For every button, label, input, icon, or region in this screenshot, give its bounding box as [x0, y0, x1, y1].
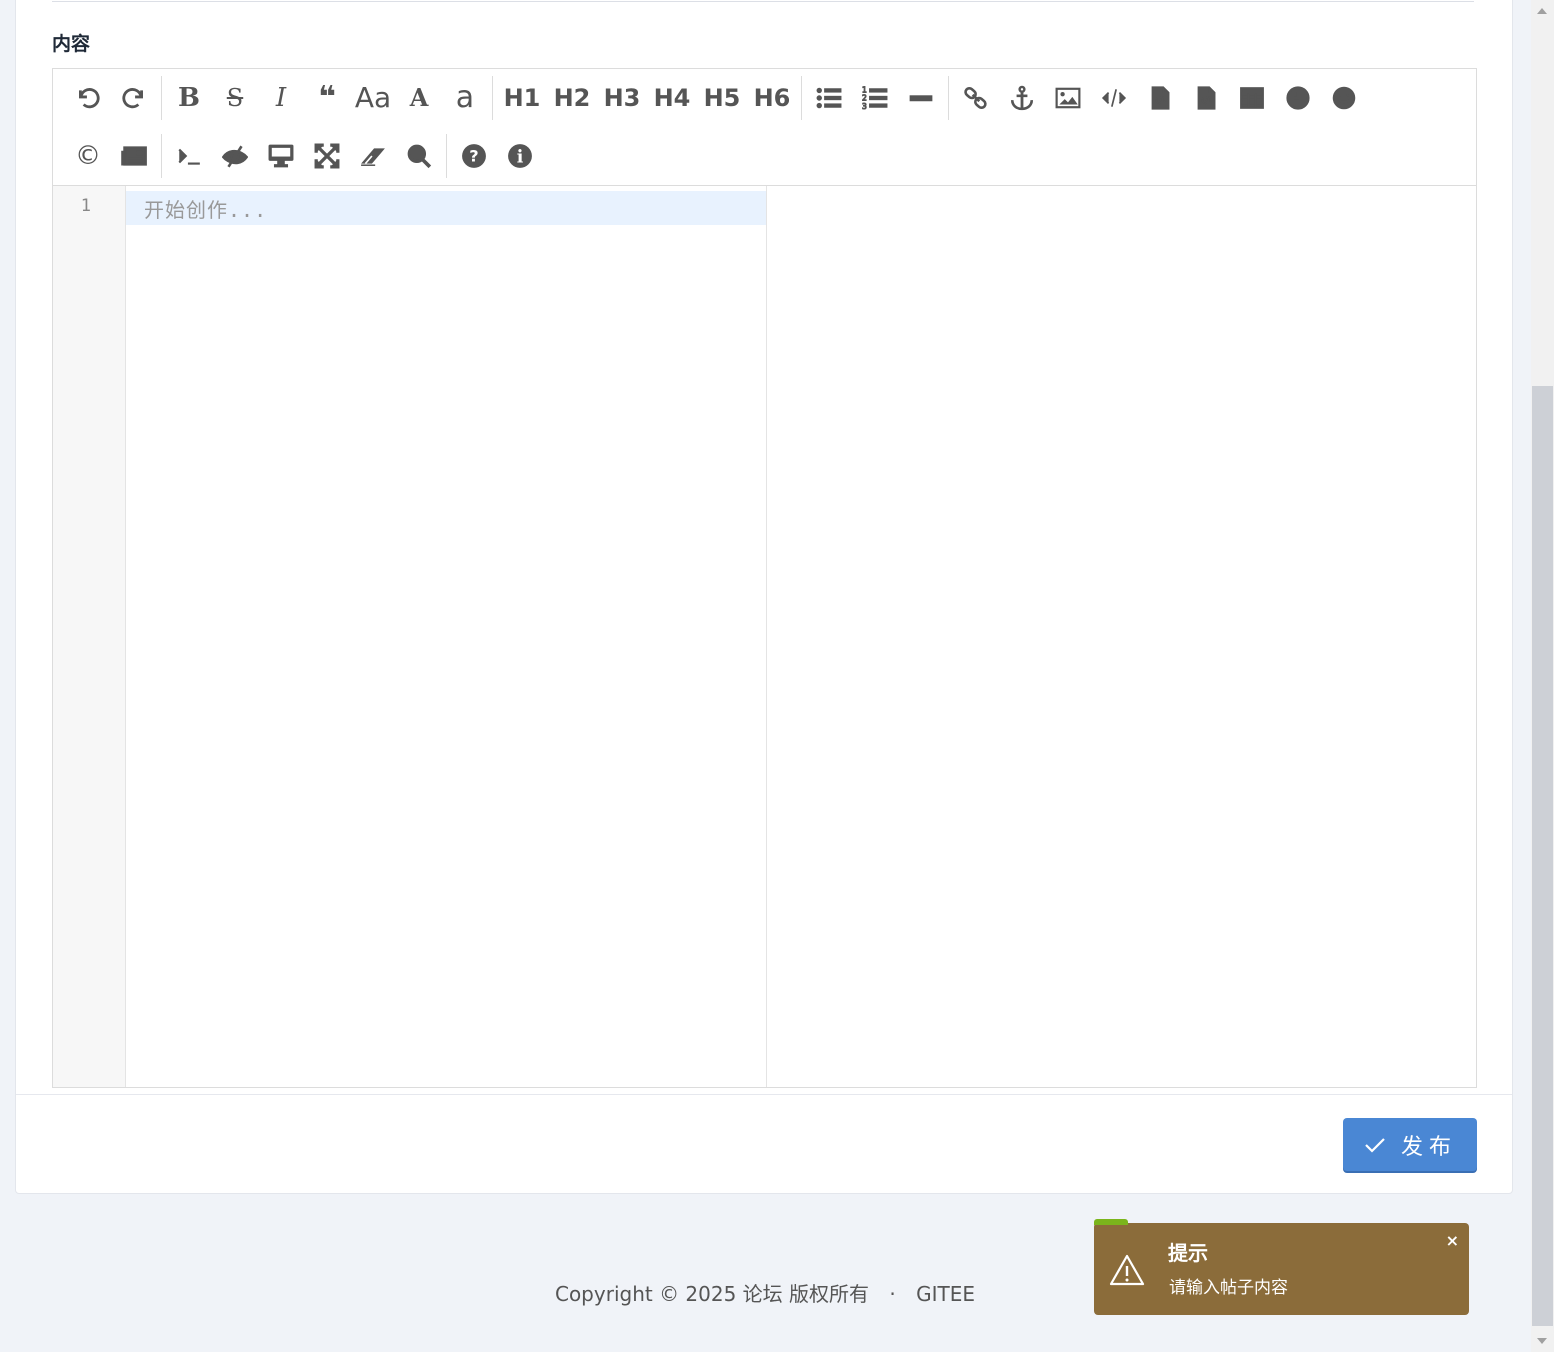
font-uppercase-icon[interactable]: A: [396, 78, 442, 118]
divider: [52, 1, 1474, 2]
page-scrollbar[interactable]: [1531, 0, 1554, 1352]
h2-button[interactable]: H2: [547, 78, 597, 118]
toast-accent-bar: [1094, 1219, 1128, 1225]
copyright-text: Copyright © 2025 论坛 版权所有: [554, 1282, 870, 1306]
toolbar-separator: [492, 76, 493, 120]
toggle-preview-icon[interactable]: [212, 136, 258, 176]
font-lowercase-icon[interactable]: a: [442, 78, 488, 118]
ordered-list-icon[interactable]: 123: [852, 78, 898, 118]
publish-button[interactable]: 发布: [1343, 1118, 1477, 1171]
h6-button[interactable]: H6: [747, 78, 797, 118]
footer-separator: ·: [889, 1282, 896, 1306]
link-icon[interactable]: [953, 78, 999, 118]
toast-title: 提示: [1168, 1241, 1208, 1265]
scroll-thumb[interactable]: [1532, 386, 1553, 1326]
scroll-down-arrow[interactable]: [1537, 1338, 1547, 1344]
svg-text:i: i: [517, 148, 524, 168]
italic-icon[interactable]: I: [258, 78, 304, 118]
emoji-icon[interactable]: [1321, 78, 1367, 118]
undo-icon[interactable]: [65, 78, 111, 118]
image-icon[interactable]: [1045, 78, 1091, 118]
preformatted-text-icon[interactable]: [1183, 78, 1229, 118]
table-icon[interactable]: [1229, 78, 1275, 118]
clear-icon[interactable]: [350, 136, 396, 176]
check-icon: [1365, 1137, 1385, 1153]
fullscreen-icon[interactable]: [304, 136, 350, 176]
code-block-icon[interactable]: [1137, 78, 1183, 118]
publish-button-label: 发布: [1400, 1134, 1457, 1160]
h1-button[interactable]: H1: [497, 78, 547, 118]
warning-toast: 提示 请输入帖子内容 ×: [1094, 1219, 1469, 1315]
horizontal-rule-icon[interactable]: [898, 78, 944, 118]
warning-icon: [1109, 1254, 1145, 1286]
inline-code-icon[interactable]: [1091, 78, 1137, 118]
datetime-icon[interactable]: [1275, 78, 1321, 118]
toolbar-separator: [801, 76, 802, 120]
toolbar-separator: [161, 134, 162, 178]
toast-close-button[interactable]: ×: [1446, 1231, 1459, 1250]
anchor-icon[interactable]: [999, 78, 1045, 118]
scroll-up-arrow[interactable]: [1537, 8, 1547, 14]
toolbar-separator: [948, 76, 949, 120]
toolbar-row-2: ©? i: [65, 131, 543, 181]
svg-text:3: 3: [862, 102, 867, 111]
unordered-list-icon[interactable]: [806, 78, 852, 118]
editor-input[interactable]: 开始创作...: [126, 186, 767, 1087]
content-label: 内容: [52, 33, 91, 55]
toolbar-separator: [446, 134, 447, 178]
svg-text:?: ?: [469, 146, 478, 165]
line-gutter: 1: [53, 186, 126, 1087]
bold-icon[interactable]: B: [166, 78, 212, 118]
info-icon[interactable]: i: [497, 136, 543, 176]
uppercase-icon[interactable]: Aa: [350, 78, 396, 118]
toolbar-row-1: B S I ❝ Aa Aa H1 H2 H3 H4 H5 H6 1 2 3: [65, 73, 1367, 123]
toolbar-separator: [161, 76, 162, 120]
html-preview-icon[interactable]: [258, 136, 304, 176]
strikethrough-icon[interactable]: S: [212, 78, 258, 118]
markdown-editor: B S I ❝ Aa Aa H1 H2 H3 H4 H5 H6 1 2 3 ©? i 1 开始创作...: [52, 68, 1477, 1088]
h3-button[interactable]: H3: [597, 78, 647, 118]
toast-message: 请输入帖子内容: [1169, 1278, 1288, 1298]
goto-line-icon[interactable]: [166, 136, 212, 176]
html-entities-icon[interactable]: ©: [65, 136, 111, 176]
gitee-link[interactable]: GITEE: [916, 1282, 975, 1306]
divider: [16, 1094, 1512, 1095]
post-form-card: 内容 B S I ❝ Aa Aa H1 H2 H3 H4 H5 H6 1 2 3 ©? i 1 开始创作...…: [15, 0, 1513, 1194]
help-icon[interactable]: ?: [451, 136, 497, 176]
pagebreak-icon[interactable]: [111, 136, 157, 176]
line-number: 1: [80, 196, 91, 216]
search-icon[interactable]: [396, 136, 442, 176]
h5-button[interactable]: H5: [697, 78, 747, 118]
editor-placeholder: 开始创作...: [144, 198, 268, 222]
editor-toolbar: B S I ❝ Aa Aa H1 H2 H3 H4 H5 H6 1 2 3 ©? i: [53, 69, 1476, 186]
quote-icon[interactable]: ❝: [304, 78, 350, 118]
markdown-preview: [767, 186, 1476, 1087]
redo-icon[interactable]: [111, 78, 157, 118]
h4-button[interactable]: H4: [647, 78, 697, 118]
